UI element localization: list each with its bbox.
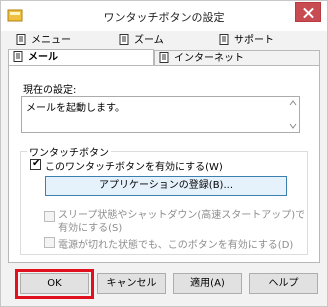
group-title: ワンタッチボタン [27,144,111,159]
tab-internet[interactable]: インターネット [154,50,320,66]
current-setting-field[interactable]: メールを起動します。 [21,96,300,133]
apply-button[interactable]: 適用(A) [173,273,242,294]
tab-label: メール [28,52,58,63]
tab-label: メニュー [31,35,71,46]
sleep-checkbox[interactable] [44,211,55,222]
sleep-label: スリープ状態やシャットダウン(高速スタートアップ)でも、このボタンを 有効にする… [58,209,304,235]
tab-label: ズーム [134,35,164,46]
scroll-down-icon[interactable] [289,122,297,130]
tab-mail[interactable]: メール [8,49,154,66]
enable-label: このワンタッチボタンを有効にする(W) [45,162,223,173]
power-off-checkbox[interactable] [44,237,55,248]
enable-checkbox[interactable]: ✔ [30,158,41,170]
document-icon [13,51,23,62]
document-icon [159,52,169,63]
check-icon: ✔ [32,158,41,169]
sleep-label-line2: 有効にする(S) [58,223,123,234]
sleep-label-line1: スリープ状態やシャットダウン(高速スタートアップ)でも、このボタンを [58,210,304,221]
cancel-button[interactable]: キャンセル [97,273,166,294]
power-off-label: 電源が切れた状態でも、このボタンを有効にする(D) [58,240,294,251]
document-icon [16,34,26,45]
current-setting-value: メールを起動します。 [26,103,125,114]
current-setting-label: 現在の設定: [23,85,77,96]
scroll-up-icon[interactable] [289,99,297,107]
help-button[interactable]: ヘルプ [249,273,318,294]
register-application-button[interactable]: アプリケーションの登録(B)... [45,176,287,196]
document-icon [219,34,229,45]
title-bar: ワンタッチボタンの設定 [1,1,327,31]
ok-highlight-frame [15,269,94,299]
tab-support[interactable]: サポート [215,33,315,50]
close-button[interactable] [295,2,321,22]
tab-label: サポート [234,35,274,46]
tab-zoom[interactable]: ズーム [115,33,213,50]
settings-dialog: ワンタッチボタンの設定 メニュー ズーム サポート メール インターネット 現在… [0,0,328,307]
window-title: ワンタッチボタンの設定 [103,11,225,24]
tab-menu[interactable]: メニュー [12,33,110,50]
tab-label: インターネット [174,53,244,64]
document-icon [119,34,129,45]
